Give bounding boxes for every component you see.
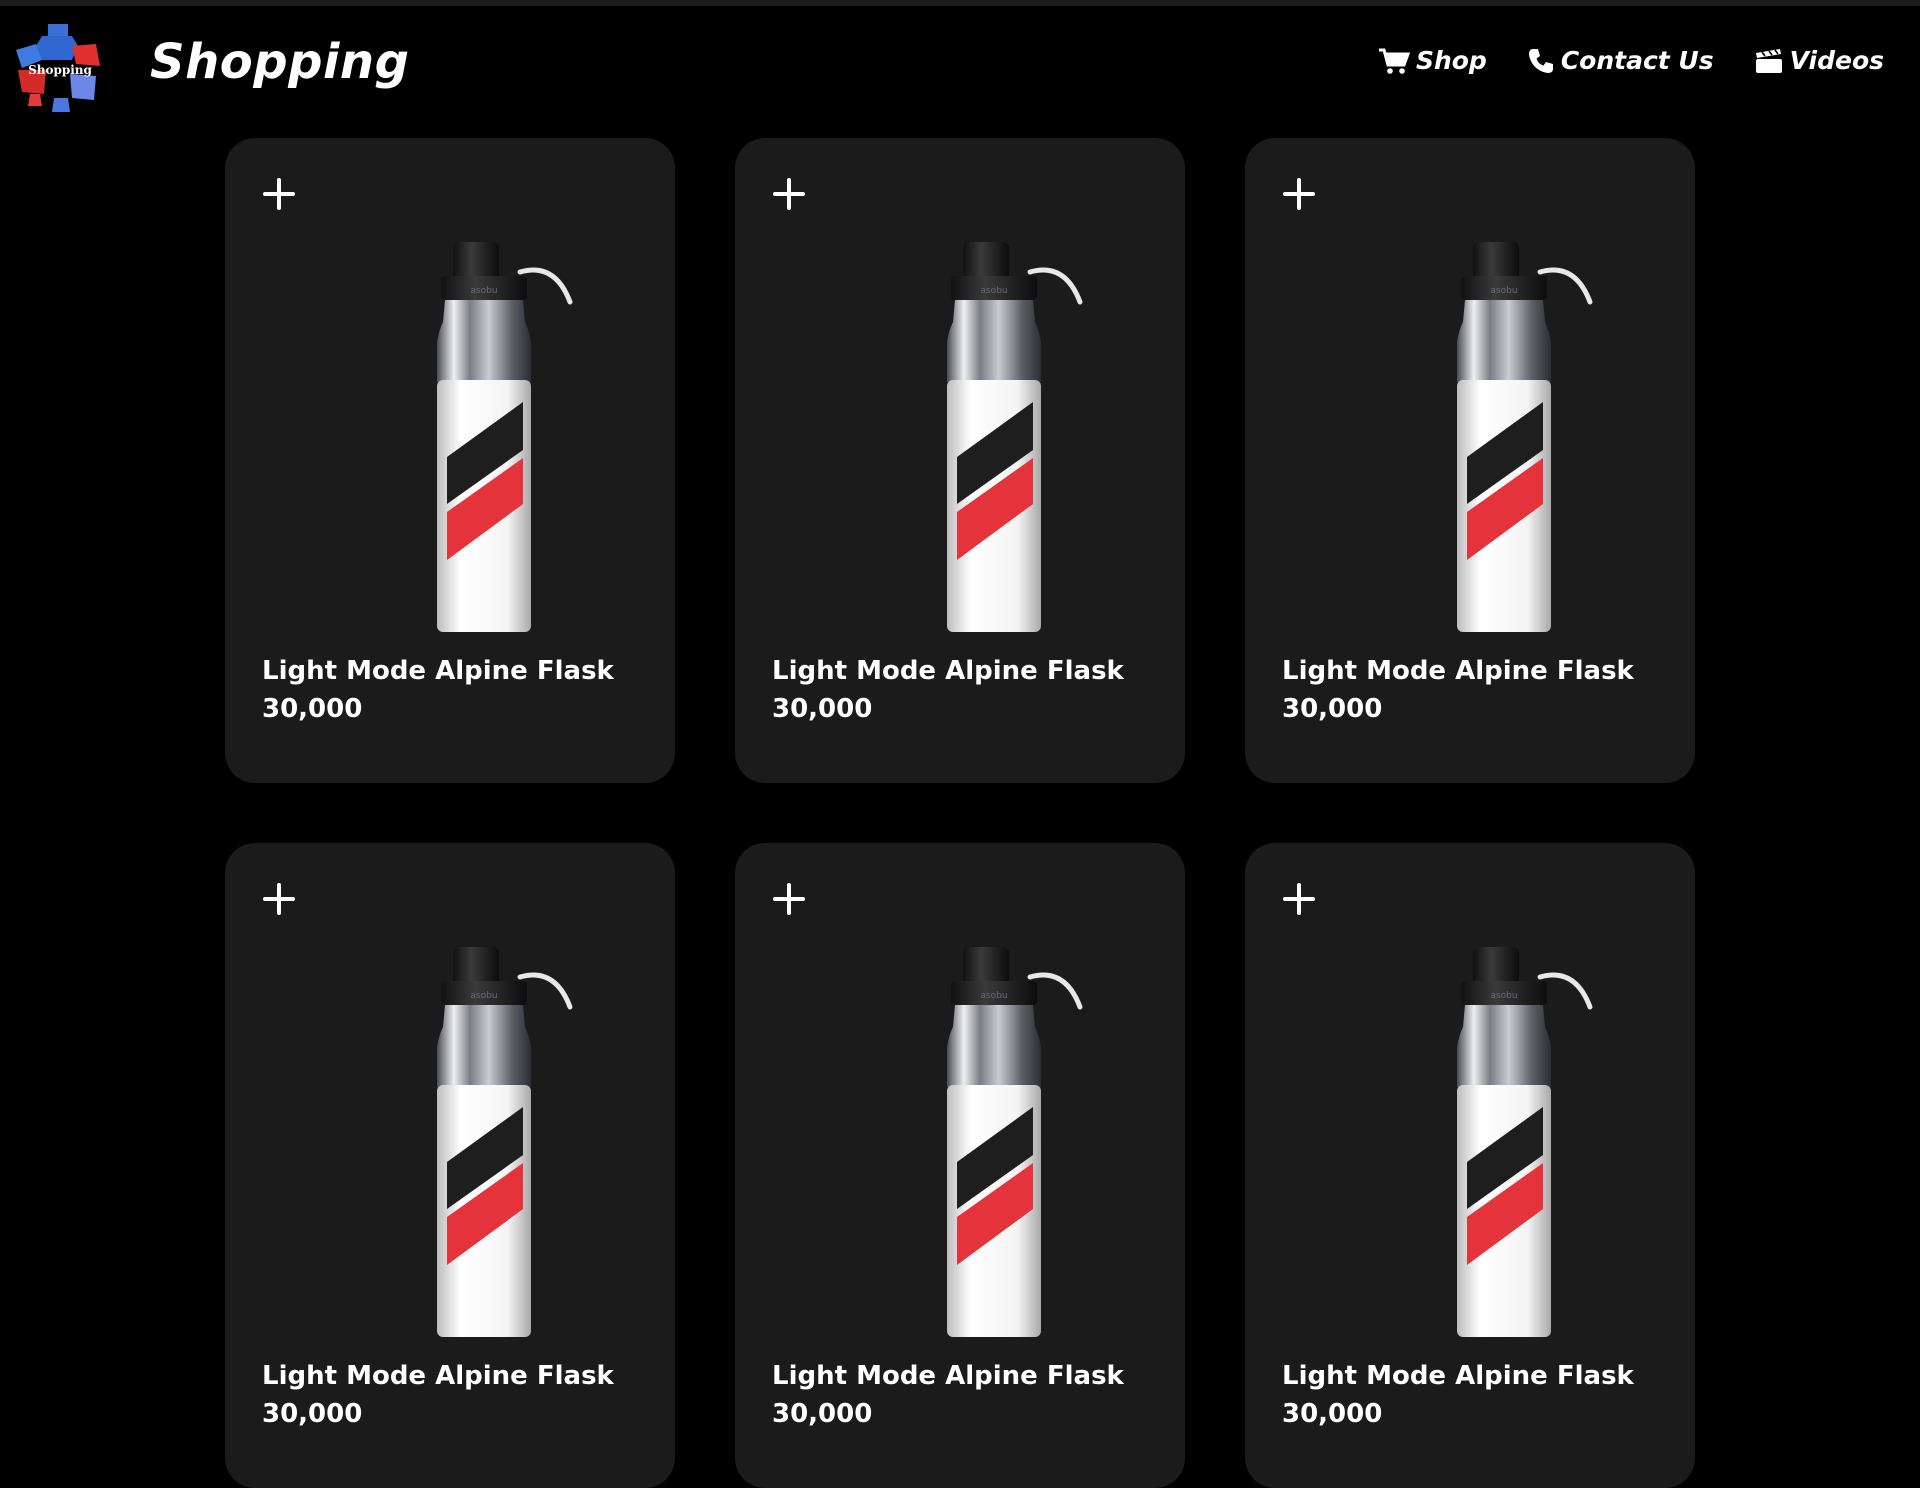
cart-icon [1378, 48, 1410, 74]
product-grid: Light Mode Alpine Flask 30,000 Light Mod… [225, 138, 1695, 1488]
nav-videos[interactable]: Videos [1754, 46, 1884, 75]
flask-image [915, 242, 1095, 632]
header: Shopping Shopping Shop Contact Us Videos [0, 6, 1920, 118]
nav-shop-label: Shop [1415, 46, 1487, 75]
plus-icon[interactable] [1281, 176, 1317, 212]
product-price: 30,000 [1282, 694, 1383, 724]
shopping-logo[interactable]: Shopping [12, 20, 108, 116]
plus-icon[interactable] [261, 176, 297, 212]
product-name: Light Mode Alpine Flask [262, 1361, 614, 1391]
clapperboard-icon [1755, 48, 1782, 73]
svg-text:Shopping: Shopping [28, 63, 92, 77]
product-name: Light Mode Alpine Flask [262, 656, 614, 686]
flask-image [1425, 242, 1605, 632]
product-name: Light Mode Alpine Flask [1282, 656, 1634, 686]
product-name: Light Mode Alpine Flask [772, 1361, 1124, 1391]
product-price: 30,000 [262, 1399, 363, 1429]
product-card[interactable]: Light Mode Alpine Flask 30,000 [225, 138, 675, 783]
plus-icon[interactable] [771, 176, 807, 212]
flask-image [405, 242, 585, 632]
product-card[interactable]: Light Mode Alpine Flask 30,000 [225, 843, 675, 1488]
product-card[interactable]: Light Mode Alpine Flask 30,000 [735, 138, 1185, 783]
product-price: 30,000 [1282, 1399, 1383, 1429]
product-name: Light Mode Alpine Flask [772, 656, 1124, 686]
product-card[interactable]: Light Mode Alpine Flask 30,000 [735, 843, 1185, 1488]
nav-contact-label: Contact Us [1560, 46, 1714, 75]
flask-image [915, 947, 1095, 1337]
product-price: 30,000 [772, 694, 873, 724]
product-price: 30,000 [772, 1399, 873, 1429]
product-card[interactable]: Light Mode Alpine Flask 30,000 [1245, 138, 1695, 783]
plus-icon[interactable] [1281, 881, 1317, 917]
flask-image [1425, 947, 1605, 1337]
product-price: 30,000 [262, 694, 363, 724]
plus-icon[interactable] [261, 881, 297, 917]
nav-shop[interactable]: Shop [1378, 46, 1487, 75]
main-nav: Shop Contact Us Videos [1378, 46, 1884, 75]
flask-image [405, 947, 585, 1337]
product-name: Light Mode Alpine Flask [1282, 1361, 1634, 1391]
phone-icon [1528, 48, 1553, 73]
brand-title: Shopping [150, 34, 410, 90]
nav-contact-us[interactable]: Contact Us [1527, 46, 1714, 75]
nav-videos-label: Videos [1789, 46, 1884, 75]
plus-icon[interactable] [771, 881, 807, 917]
product-card[interactable]: Light Mode Alpine Flask 30,000 [1245, 843, 1695, 1488]
